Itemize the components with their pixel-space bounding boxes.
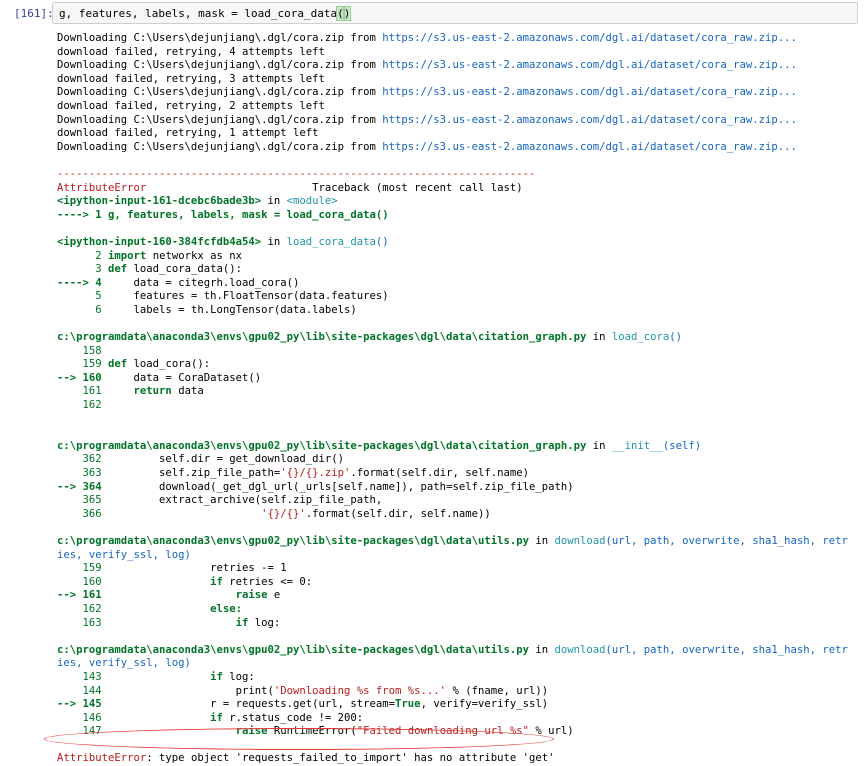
- log-line: download failed, retrying, 1 attempt lef…: [57, 127, 319, 140]
- traceback-header: AttributeError Traceback (most recent ca…: [57, 181, 523, 194]
- frame-line: 3 def load_cora_data():: [57, 263, 242, 276]
- cell-input[interactable]: g, features, labels, mask = load_cora_da…: [52, 2, 858, 24]
- frame-header: <ipython-input-160-384fcfdb4a54> in load…: [57, 235, 389, 248]
- final-error-message: : type object 'requests_failed_to_import…: [146, 752, 555, 765]
- frame-line: 365 extract_archive(self.zip_file_path,: [57, 494, 383, 507]
- frame-line: ----> 4 data = citegrh.load_cora(): [57, 276, 300, 289]
- paren-close: ): [342, 6, 352, 21]
- log-line: Downloading C:\Users\dejunjiang\.dgl/cor…: [57, 113, 797, 126]
- frame-line: --> 364 download(_get_dgl_url(_urls[self…: [57, 480, 574, 493]
- frame-header: c:\programdata\anaconda3\envs\gpu02_py\l…: [57, 534, 848, 547]
- frame-line: 2 import networkx as nx: [57, 249, 242, 262]
- paren-open: (: [336, 6, 345, 21]
- frame-line: 162 else:: [57, 602, 242, 615]
- frame-line: 161 return data: [57, 385, 204, 398]
- frame-line: --> 161 raise e: [57, 589, 281, 602]
- frame-line: 144 print('Downloading %s from %s...' % …: [57, 684, 549, 697]
- frame-line: 146 if r.status_code != 200:: [57, 711, 364, 724]
- cell-output: Downloading C:\Users\dejunjiang\.dgl/cor…: [57, 32, 857, 766]
- frame-header: <ipython-input-161-dcebc6bade3b> in <mod…: [57, 195, 338, 208]
- frame-line: 162: [57, 399, 109, 412]
- download-url[interactable]: https://s3.us-east-2.amazonaws.com/dgl.a…: [382, 86, 797, 98]
- frame-line: 363 self.zip_file_path='{}/{}.zip'.forma…: [57, 467, 530, 479]
- frame-line: --> 145 r = requests.get(url, stream=Tru…: [57, 698, 549, 711]
- frame-line: 159 def load_cora():: [57, 358, 211, 371]
- download-url[interactable]: https://s3.us-east-2.amazonaws.com/dgl.a…: [382, 59, 797, 71]
- final-error: AttributeError: type object 'requests_fa…: [57, 752, 857, 766]
- frame-header-cont: ies, verify_ssl, log): [57, 657, 191, 670]
- frame-header: c:\programdata\anaconda3\envs\gpu02_py\l…: [57, 643, 848, 656]
- error-name: AttributeError: [57, 181, 147, 194]
- frame-line: 160 if retries <= 0:: [57, 575, 313, 588]
- frame-line: 366 '{}/{}'.format(self.dir, self.name)): [57, 507, 491, 520]
- frame-line: 143 if log:: [57, 670, 255, 683]
- log-line: Downloading C:\Users\dejunjiang\.dgl/cor…: [57, 59, 797, 72]
- frame-line: 163 if log:: [57, 616, 281, 629]
- download-url[interactable]: https://s3.us-east-2.amazonaws.com/dgl.a…: [382, 32, 797, 44]
- log-line: download failed, retrying, 3 attempts le…: [57, 72, 325, 85]
- log-line: Downloading C:\Users\dejunjiang\.dgl/cor…: [57, 86, 797, 99]
- frame-line: --> 160 data = CoraDataset(): [57, 371, 262, 384]
- annotation-ellipse: [44, 728, 554, 750]
- log-line: download failed, retrying, 2 attempts le…: [57, 99, 325, 112]
- final-error-name: AttributeError: [57, 752, 147, 765]
- code-cell[interactable]: [161]: g, features, labels, mask = load_…: [0, 0, 864, 28]
- frame-line: ----> 1 g, features, labels, mask = load…: [57, 208, 389, 221]
- download-log: Downloading C:\Users\dejunjiang\.dgl/cor…: [57, 32, 857, 154]
- download-url[interactable]: https://s3.us-east-2.amazonaws.com/dgl.a…: [382, 141, 797, 153]
- cell-prompt: [161]:: [14, 7, 54, 20]
- traceback-separator: ----------------------------------------…: [57, 167, 536, 180]
- frame-line: 6 labels = th.LongTensor(data.labels): [57, 303, 357, 316]
- frame-header: c:\programdata\anaconda3\envs\gpu02_py\l…: [57, 331, 683, 344]
- frame-line: 159 retries -= 1: [57, 562, 287, 575]
- log-line: Downloading C:\Users\dejunjiang\.dgl/cor…: [57, 32, 797, 44]
- frame-header: c:\programdata\anaconda3\envs\gpu02_py\l…: [57, 439, 702, 452]
- log-line: download failed, retrying, 4 attempts le…: [57, 45, 325, 58]
- code-text: g, features, labels, mask = load_cora_da…: [59, 7, 338, 20]
- download-url[interactable]: https://s3.us-east-2.amazonaws.com/dgl.a…: [382, 114, 797, 126]
- frame-line: 158: [57, 344, 109, 357]
- log-line: Downloading C:\Users\dejunjiang\.dgl/cor…: [57, 140, 797, 153]
- frame-line: 5 features = th.FloatTensor(data.feature…: [57, 290, 389, 303]
- frame-header-cont: ies, verify_ssl, log): [57, 548, 191, 561]
- frame-line: 362 self.dir = get_download_dir(): [57, 453, 345, 466]
